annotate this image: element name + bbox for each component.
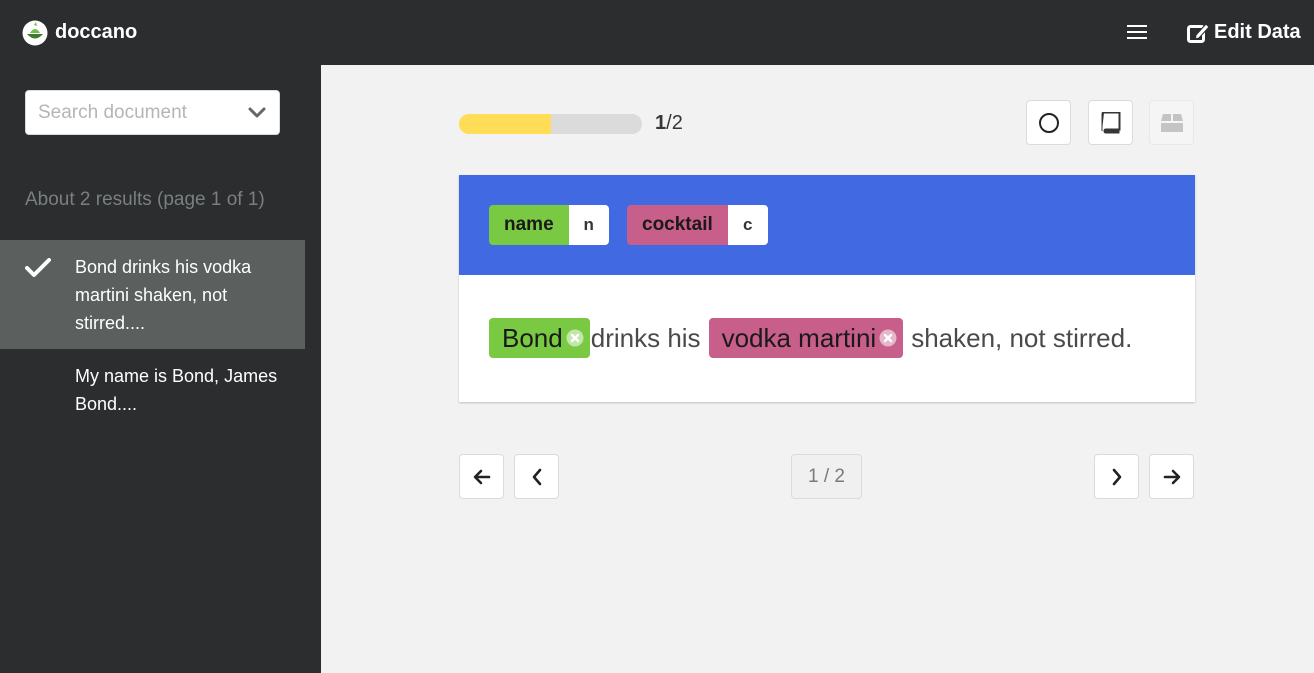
brand-name[interactable]: doccano bbox=[55, 21, 137, 44]
mark-approved-button[interactable] bbox=[1026, 100, 1071, 145]
entity-text: Bond bbox=[502, 322, 563, 353]
label-name-text: name bbox=[489, 205, 569, 245]
next-page-button[interactable] bbox=[1094, 454, 1139, 499]
label-bar: name n cocktail c bbox=[459, 175, 1195, 275]
entity-text: vodka martini bbox=[721, 322, 877, 353]
document-text: Bond drinks his vodka martini shaken, no… bbox=[489, 318, 1140, 358]
label-shortcut-key: c bbox=[727, 205, 768, 245]
annotation-progress-bar bbox=[459, 114, 642, 134]
chevron-down-icon[interactable] bbox=[248, 107, 266, 119]
first-page-button[interactable] bbox=[459, 454, 504, 499]
plain-text: drinks his bbox=[590, 322, 701, 353]
sidebar: About 2 results (page 1 of 1) Bond drink… bbox=[0, 65, 321, 673]
menu-toggle-button[interactable] bbox=[1127, 25, 1147, 40]
chevron-left-icon bbox=[532, 468, 541, 485]
doccano-logo-icon[interactable] bbox=[21, 19, 49, 46]
circle-icon bbox=[1038, 112, 1059, 133]
search-document-input[interactable] bbox=[38, 100, 238, 126]
document-preview-text: Bond drinks his vodka martini shaken, no… bbox=[75, 257, 252, 333]
label-name-text: cocktail bbox=[627, 205, 728, 245]
check-icon bbox=[25, 258, 51, 277]
progress-bar-fill bbox=[459, 114, 551, 134]
search-document-dropdown[interactable] bbox=[25, 90, 280, 135]
label-button-name[interactable]: name n bbox=[489, 205, 609, 245]
progress-count: 1/2 bbox=[655, 112, 683, 135]
progress-current: 1 bbox=[655, 112, 667, 134]
arrow-right-icon bbox=[1163, 469, 1180, 484]
plain-text: shaken, not stirred. bbox=[911, 322, 1133, 353]
delete-entity-icon[interactable] bbox=[879, 329, 897, 347]
progress-total: 2 bbox=[671, 112, 683, 134]
top-navbar: doccano Edit Data bbox=[0, 0, 1314, 65]
annotation-guideline-button[interactable] bbox=[1088, 100, 1133, 145]
box-icon bbox=[1160, 113, 1183, 132]
chevron-right-icon bbox=[1112, 468, 1121, 485]
results-summary: About 2 results (page 1 of 1) bbox=[25, 189, 265, 210]
page-indicator: 1 / 2 bbox=[791, 454, 862, 499]
document-list-item[interactable]: Bond drinks his vodka martini shaken, no… bbox=[0, 240, 305, 349]
label-button-cocktail[interactable]: cocktail c bbox=[627, 205, 768, 245]
entity-span-cocktail[interactable]: vodka martini bbox=[708, 318, 904, 358]
label-shortcut-key: n bbox=[568, 205, 609, 245]
entity-span-name[interactable]: Bond bbox=[489, 318, 590, 358]
document-preview-text: My name is Bond, James Bond.... bbox=[75, 366, 278, 414]
last-page-button[interactable] bbox=[1149, 454, 1194, 499]
annotation-card: name n cocktail c Bond drinks his vodka … bbox=[459, 175, 1195, 402]
previous-page-button[interactable] bbox=[514, 454, 559, 499]
edit-data-label: Edit Data bbox=[1214, 21, 1301, 43]
delete-entity-icon[interactable] bbox=[566, 329, 584, 347]
metadata-button[interactable] bbox=[1149, 100, 1194, 145]
edit-data-link[interactable]: Edit Data bbox=[1187, 21, 1301, 44]
book-icon bbox=[1101, 111, 1120, 133]
edit-icon bbox=[1187, 22, 1210, 43]
document-list-item[interactable]: My name is Bond, James Bond.... bbox=[0, 349, 305, 429]
arrow-left-icon bbox=[473, 469, 490, 484]
